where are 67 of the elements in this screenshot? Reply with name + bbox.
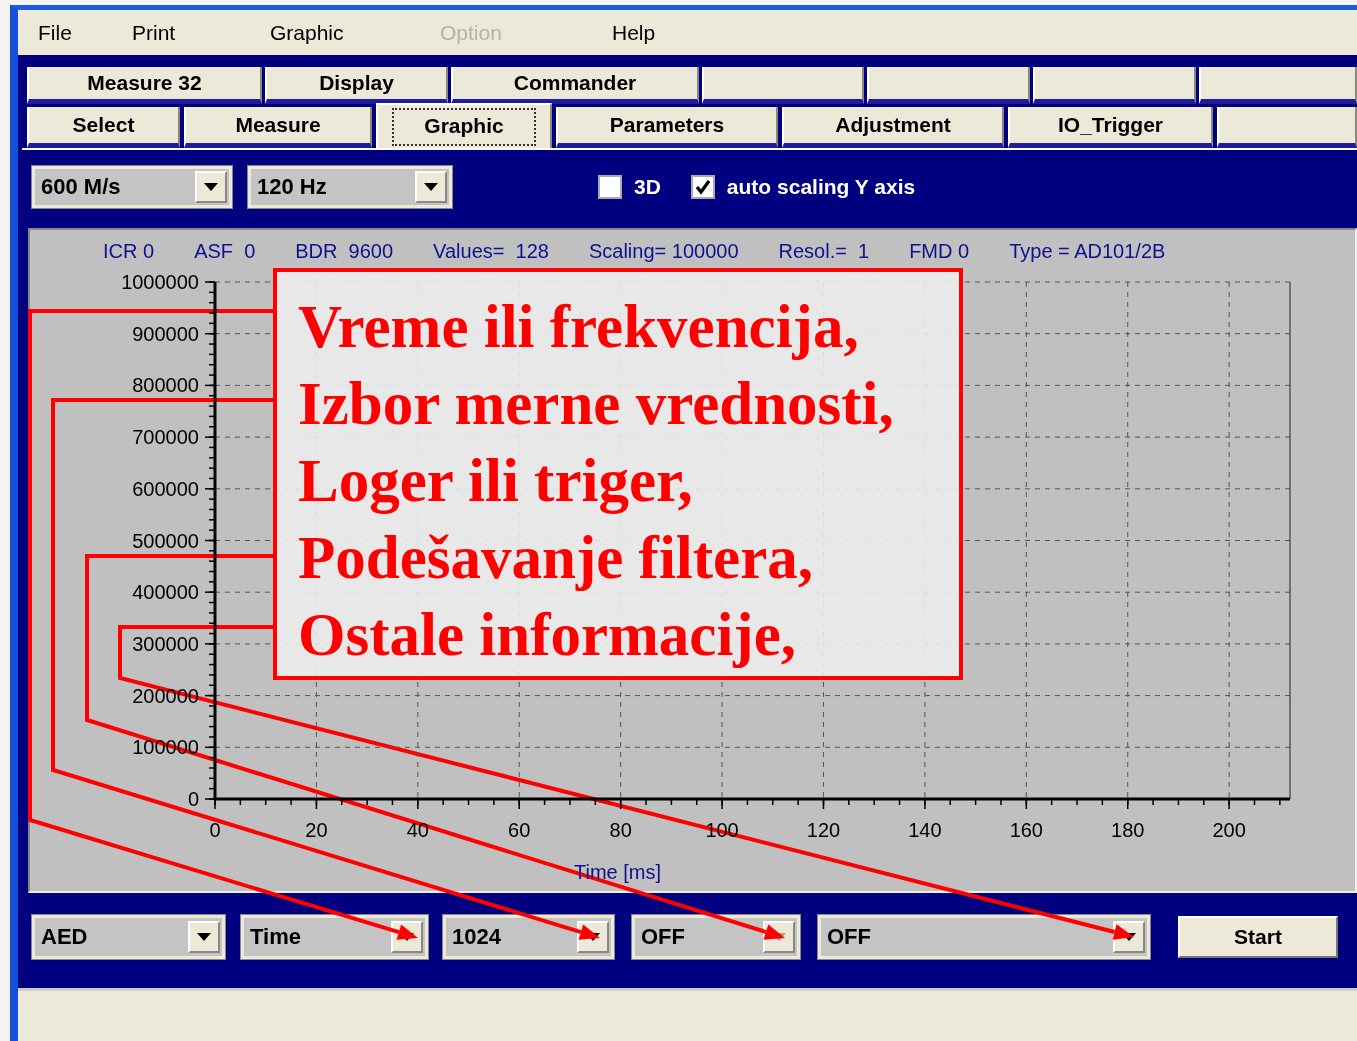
info-label: ASF 0 <box>194 240 256 264</box>
annotation-text: Vreme ili frekvencija, <box>298 292 860 362</box>
dropdown[interactable]: 1024 <box>443 915 614 959</box>
annotation-text: Podešavanje filtera, <box>298 523 814 593</box>
checkbox-label: 3D <box>634 175 661 199</box>
annotation-text: Loger ili triger, <box>298 446 694 516</box>
menu-item[interactable]: File <box>38 20 72 45</box>
tab[interactable]: Commander <box>451 67 699 104</box>
dropdown[interactable]: 600 M/s <box>32 166 232 208</box>
info-label: Values= 128 <box>433 240 549 264</box>
caret-icon <box>424 183 438 191</box>
tick-label: 300000 <box>132 632 199 655</box>
tab[interactable]: Display <box>265 67 448 104</box>
tick-label: 200 <box>1212 819 1246 841</box>
menu-item[interactable]: Graphic <box>270 20 344 45</box>
tab[interactable]: Parameters <box>556 107 778 148</box>
tick-label: 900000 <box>132 322 199 345</box>
tab[interactable]: Adjustment <box>782 107 1004 148</box>
tab[interactable] <box>702 67 864 104</box>
axis-title: Time [ms] <box>574 861 661 883</box>
tab[interactable]: Select <box>27 107 180 148</box>
tick-label: 120 <box>806 819 841 841</box>
tick-label: 80 <box>609 819 632 841</box>
tick-label: 40 <box>406 819 429 841</box>
dropdown-button[interactable] <box>415 171 447 203</box>
tab[interactable] <box>1217 107 1357 148</box>
tick-label: 400000 <box>132 581 199 604</box>
caret-icon <box>204 183 218 191</box>
dropdown[interactable]: OFF <box>818 915 1150 959</box>
tick-label: 180 <box>1111 819 1145 841</box>
info-label: Scaling= 100000 <box>588 240 739 264</box>
tab[interactable] <box>1033 67 1196 104</box>
info-label: FMD 0 <box>909 240 970 264</box>
dropdown[interactable]: AED <box>32 915 225 959</box>
info-label: BDR 9600 <box>295 240 394 264</box>
dropdown[interactable]: 120 Hz <box>248 166 452 208</box>
tick-label: 600000 <box>132 477 199 500</box>
tick-label: 140 <box>908 819 942 841</box>
tick-label: 160 <box>1009 819 1043 841</box>
info-label: Resol.= 1 <box>778 240 870 264</box>
tick-label: 0 <box>209 819 221 841</box>
dropdown-button[interactable] <box>188 921 220 953</box>
start-button[interactable]: Start <box>1178 916 1338 958</box>
dropdown-button[interactable] <box>195 171 227 203</box>
checkbox[interactable] <box>598 175 622 199</box>
info-label: ICR 0 <box>103 240 155 264</box>
menu-item[interactable]: Help <box>612 20 656 45</box>
tick-label: 500000 <box>132 529 199 552</box>
tick-label: 1000000 <box>121 271 199 293</box>
tick-label: 700000 <box>132 426 199 449</box>
tick-label: 800000 <box>132 374 199 397</box>
annotation-text: Izbor merne vrednosti, <box>298 369 895 439</box>
tab[interactable]: Measure 32 <box>27 67 262 104</box>
tab[interactable]: Measure <box>184 107 372 148</box>
tick-label: 0 <box>187 788 199 810</box>
checkbox[interactable] <box>690 175 715 199</box>
tick-label: 60 <box>508 819 531 841</box>
tab[interactable]: IO_Trigger <box>1008 107 1213 148</box>
menu-item[interactable]: Print <box>132 20 176 45</box>
dropdown[interactable]: Time <box>241 915 428 959</box>
tab[interactable] <box>1199 67 1357 104</box>
checkbox-label: auto scaling Y axis <box>726 175 916 199</box>
tab[interactable]: Graphic <box>376 103 552 148</box>
tab[interactable] <box>867 67 1030 104</box>
info-label: Type = AD101/2B <box>1009 240 1166 264</box>
tick-label: 20 <box>305 819 328 841</box>
annotation-text: Ostale informacije, <box>298 600 797 670</box>
